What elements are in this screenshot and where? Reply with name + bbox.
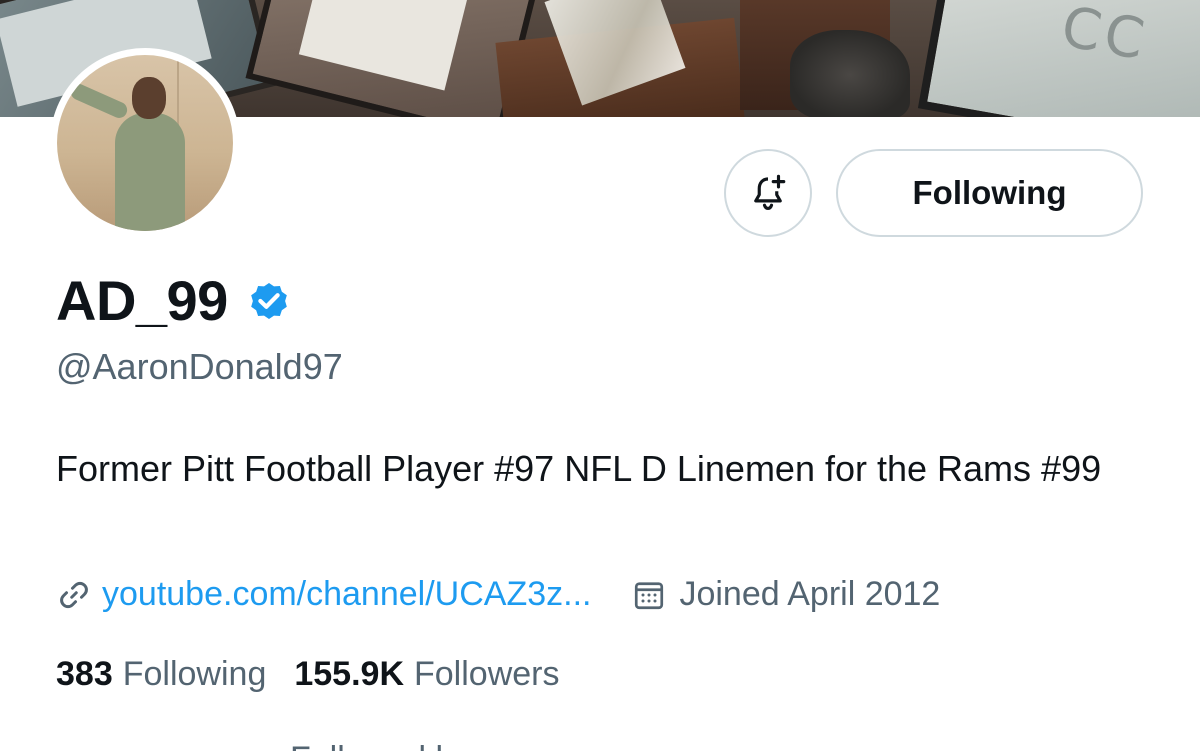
name-row: AD_99: [56, 268, 292, 333]
following-count: 383: [56, 655, 113, 693]
avatar-photo: [57, 55, 233, 231]
profile-handle: @AaronDonald97: [56, 346, 343, 387]
banner-plaque-right: CC: [917, 0, 1200, 117]
bell-plus-icon: [754, 174, 786, 210]
banner-statue: [790, 30, 910, 117]
profile-meta-row: youtube.com/channel/UCAZ3z... Joined Apr…: [56, 575, 940, 614]
following-label: Following: [122, 655, 267, 693]
website-item[interactable]: youtube.com/channel/UCAZ3z...: [56, 575, 591, 614]
notifications-bell-button[interactable]: [724, 149, 812, 237]
following-stat[interactable]: 383 Following: [56, 655, 266, 694]
profile-page: CC Following AD_99 @AaronDonald97 Former…: [0, 0, 1200, 751]
joined-item: Joined April 2012: [631, 575, 940, 614]
website-link[interactable]: youtube.com/channel/UCAZ3z...: [102, 575, 591, 614]
display-name: AD_99: [56, 269, 228, 332]
followers-count: 155.9K: [294, 655, 404, 693]
link-icon: [60, 581, 88, 608]
banner-award-plaque: [245, 0, 537, 117]
verified-badge-icon[interactable]: [246, 278, 292, 324]
followers-stat[interactable]: 155.9K Followers: [294, 655, 559, 694]
followers-label: Followers: [414, 655, 560, 693]
profile-bio: Former Pitt Football Player #97 NFL D Li…: [56, 448, 1102, 489]
joined-date: Joined April 2012: [679, 575, 941, 613]
follow-stats: 383 Following 155.9K Followers: [56, 655, 559, 694]
followed-by-text[interactable]: Followed by ...: [290, 740, 509, 751]
avatar[interactable]: [50, 48, 240, 238]
calendar-icon: [635, 581, 664, 609]
following-button[interactable]: Following: [836, 149, 1143, 237]
